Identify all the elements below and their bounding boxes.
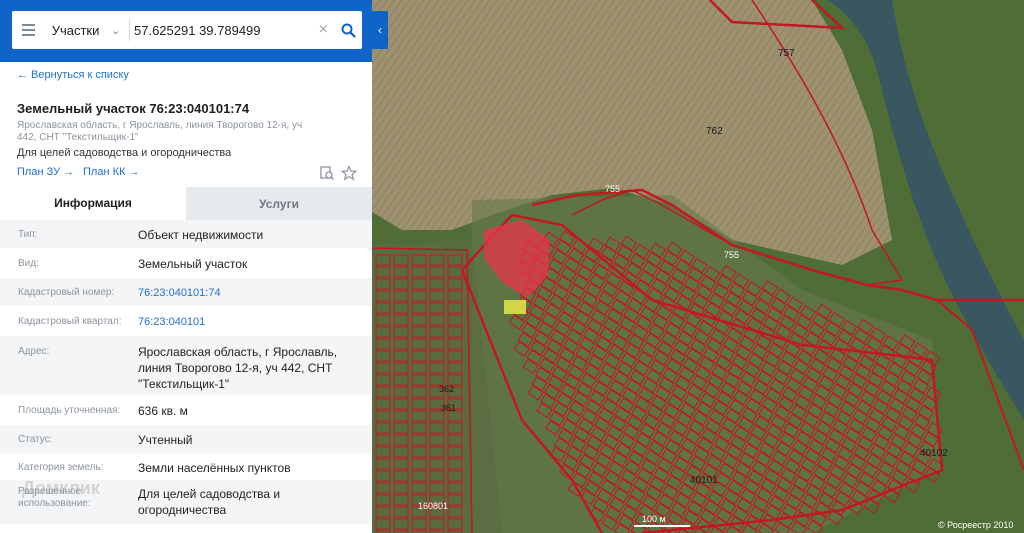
star-icon[interactable] bbox=[341, 165, 357, 181]
search-separator bbox=[129, 19, 130, 41]
search-bar: Участки ⌄ × bbox=[0, 0, 372, 62]
search-button[interactable] bbox=[334, 23, 362, 38]
row-value: Земельный участок bbox=[138, 257, 248, 271]
map-label-40101: 40101 bbox=[690, 475, 718, 486]
watermark-logo: Домклик bbox=[22, 478, 100, 498]
cadastral-number-link[interactable]: 76:23:040101:74 bbox=[138, 285, 360, 306]
svg-text:100 м: 100 м bbox=[642, 514, 666, 524]
collapse-panel-button[interactable]: ‹ bbox=[372, 11, 388, 49]
row-label: Площадь уточненная: bbox=[18, 405, 121, 416]
row-label: Статус: bbox=[18, 434, 53, 445]
table-row: Статус: Учтенный bbox=[0, 425, 372, 454]
plan-kk-link[interactable]: План КК → bbox=[83, 166, 139, 178]
map-label-40102: 40102 bbox=[920, 448, 948, 459]
row-label: Тип: bbox=[18, 229, 38, 240]
table-row: Адрес: Ярославская область, г Ярославль,… bbox=[0, 336, 372, 396]
back-to-list-link[interactable]: ← Вернуться к списку bbox=[17, 69, 129, 81]
search-input[interactable] bbox=[134, 22, 313, 38]
search-type-select[interactable]: Участки bbox=[46, 23, 111, 38]
table-row: Категория земель: Земли населённых пункт… bbox=[0, 454, 372, 480]
tab-information[interactable]: Информация bbox=[0, 187, 186, 220]
map-label-755-east: 755 bbox=[724, 250, 739, 260]
map-label-361: 361 bbox=[441, 403, 456, 413]
map-copyright: © Росреестр 2010 bbox=[938, 520, 1013, 530]
map-label-755-west: 755 bbox=[605, 184, 620, 194]
document-search-icon[interactable] bbox=[319, 165, 335, 181]
row-value: Для целей садоводства и огородничества bbox=[138, 487, 281, 517]
map-label-757: 757 bbox=[778, 48, 795, 59]
table-row: Вид: Земельный участок bbox=[0, 249, 372, 278]
search-box: Участки ⌄ × bbox=[12, 11, 362, 49]
table-row: Площадь уточненная: 636 кв. м bbox=[0, 396, 372, 425]
table-row: Кадастровый квартал: 76:23:040101 bbox=[0, 307, 372, 336]
row-label: Категория земель: bbox=[18, 462, 104, 473]
map-label-762: 762 bbox=[706, 126, 723, 137]
map-label-362: 362 bbox=[439, 384, 454, 394]
table-row: Кадастровый номер: 76:23:040101:74 bbox=[0, 278, 372, 307]
cadastral-quarter-link[interactable]: 76:23:040101 bbox=[138, 314, 360, 335]
menu-icon[interactable] bbox=[12, 11, 46, 49]
row-value: Учтенный bbox=[138, 433, 193, 447]
row-label: Кадастровый номер: bbox=[18, 287, 115, 298]
details-tabs: Информация Услуги bbox=[0, 187, 372, 220]
cadastral-map[interactable]: 757 762 755 755 40102 40101 160801 362 3… bbox=[372, 0, 1024, 533]
row-label: Адрес: bbox=[18, 346, 50, 357]
parcel-address-short: Ярославская область, г Ярославль, линия … bbox=[17, 120, 303, 143]
row-value: 636 кв. м bbox=[138, 404, 188, 418]
row-value: Объект недвижимости bbox=[138, 228, 264, 242]
tab-services[interactable]: Услуги bbox=[186, 187, 372, 220]
parcel-purpose: Для целей садоводства и огородничества bbox=[17, 147, 232, 159]
table-row: Тип: Объект недвижимости bbox=[0, 220, 372, 249]
map-label-160801: 160801 bbox=[418, 501, 448, 511]
search-icon bbox=[341, 23, 356, 38]
row-value: Ярославская область, г Ярославль, линия … bbox=[138, 345, 338, 391]
row-label: Вид: bbox=[18, 258, 39, 269]
page-title: Земельный участок 76:23:040101:74 bbox=[17, 101, 250, 116]
plan-zu-link[interactable]: План ЗУ → bbox=[17, 166, 74, 178]
sidebar-panel: Участки ⌄ × ← Вернуться к списку Земельн… bbox=[0, 0, 372, 533]
chevron-down-icon[interactable]: ⌄ bbox=[111, 24, 129, 37]
map-canvas[interactable]: 757 762 755 755 40102 40101 160801 362 3… bbox=[372, 0, 1024, 533]
close-icon[interactable]: × bbox=[312, 21, 334, 39]
row-label: Кадастровый квартал: bbox=[18, 316, 122, 327]
row-value: Земли населённых пунктов bbox=[138, 461, 291, 475]
chevron-left-icon: ‹ bbox=[378, 23, 382, 37]
